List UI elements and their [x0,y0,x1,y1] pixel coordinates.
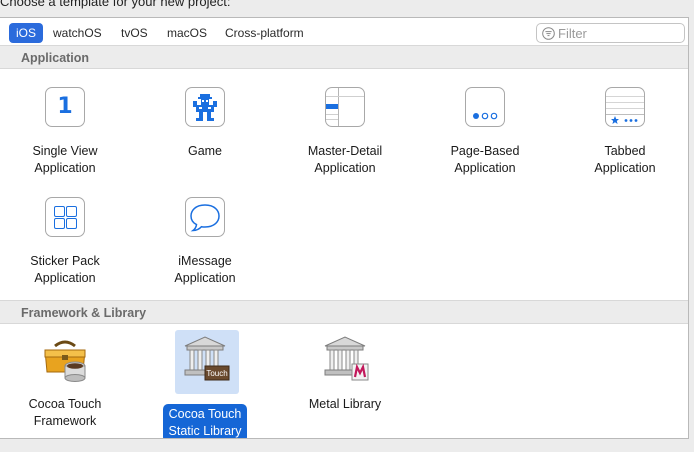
template-label: Master-Detail Application [307,144,383,175]
sticker-pack-icon [43,195,87,239]
template-panel: iOS watchOS tvOS macOS Cross-platform Ap… [0,17,689,439]
filter-icon [542,27,555,40]
master-detail-icon [323,85,367,129]
template-cocoa-touch-framework[interactable]: Cocoa Touch Framework [3,338,127,438]
template-label: iMessage Application [174,254,236,285]
template-label: Sticker Pack Application [30,254,100,285]
section-header-framework-library: Framework & Library [0,300,688,324]
template-label: Single View Application [32,144,98,175]
template-sticker-pack-application[interactable]: Sticker Pack Application [3,195,127,297]
imessage-icon [183,195,227,239]
template-imessage-application[interactable]: iMessage Application [143,195,267,297]
template-cocoa-touch-static-library[interactable]: Touch Cocoa Touch Static Library [143,330,267,438]
template-metal-library[interactable]: Metal Library [283,336,407,438]
template-label: Cocoa Touch Framework [28,397,102,428]
tab-watchos[interactable]: watchOS [46,23,109,43]
tab-macos[interactable]: macOS [160,23,214,43]
page-based-icon [463,85,507,129]
template-tabbed-application[interactable]: Tabbed Application [563,85,687,187]
page-heading: Choose a template for your new project: [0,0,231,9]
tab-ios[interactable]: iOS [9,23,44,43]
template-label: Tabbed Application [594,144,656,175]
building-metal-icon [323,336,369,382]
filter-input[interactable] [558,25,678,41]
single-view-icon: 1 [43,85,87,129]
tabbed-icon [603,85,647,129]
template-master-detail-application[interactable]: Master-Detail Application [283,85,407,187]
building-touch-icon: Touch [183,336,230,382]
tab-tvos[interactable]: tvOS [114,23,155,43]
template-game[interactable]: Game [143,85,267,187]
template-label: Page-Based Application [450,144,520,175]
template-page-based-application[interactable]: Page-Based Application [423,85,547,187]
game-icon [183,85,227,129]
filter-field[interactable] [536,23,685,43]
tab-cross-platform[interactable]: Cross-platform [218,23,311,43]
template-label: Metal Library [308,397,382,411]
template-single-view-application[interactable]: 1 Single View Application [3,85,127,187]
section-header-application: Application [0,45,688,69]
touch-badge: Touch [206,369,228,378]
platform-toolbar: iOS watchOS tvOS macOS Cross-platform [0,18,688,48]
template-label: Game [187,144,223,158]
template-label: Cocoa Touch Static Library [163,404,247,438]
toolbox-icon [43,338,87,382]
